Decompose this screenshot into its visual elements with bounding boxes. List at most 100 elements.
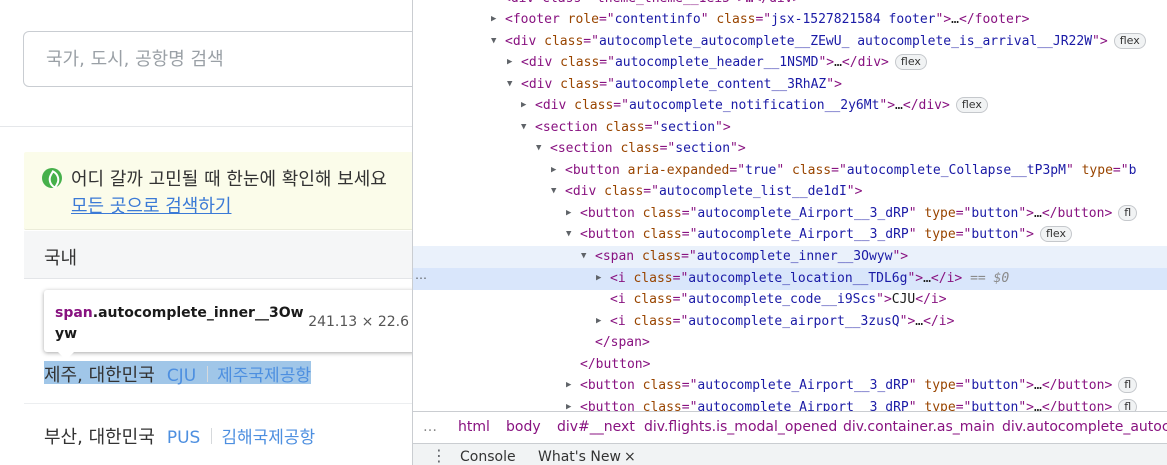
airport-name: 김해국제공항: [221, 428, 316, 448]
breadcrumb-item[interactable]: div.flights.is_modal_opened: [644, 419, 837, 435]
drawer-menu-icon[interactable]: ⋮: [431, 446, 447, 465]
dom-node-text: <div class="autocomplete_header__1NSMD">…: [521, 52, 927, 74]
more-options-icon[interactable]: …: [415, 268, 427, 282]
divider: [207, 366, 209, 382]
search-everywhere-link[interactable]: 모든 곳으로 검색하기: [71, 192, 231, 218]
collapse-triangle-icon[interactable]: ▼: [566, 224, 571, 246]
collapse-triangle-icon[interactable]: ▼: [536, 138, 541, 160]
dom-tree-node[interactable]: ▼ <button class="autocomplete_Airport__3_…: [413, 224, 1167, 246]
notice-message: 어디 갈까 고민될 때 한눈에 확인해 보세요: [71, 169, 387, 190]
notice-banner: 어디 갈까 고민될 때 한눈에 확인해 보세요 모든 곳으로 검색하기: [24, 152, 412, 230]
tab-console[interactable]: Console: [460, 449, 516, 465]
flex-badge[interactable]: flex: [1040, 226, 1073, 242]
expand-triangle-icon[interactable]: ▶: [566, 397, 571, 411]
breadcrumb-ellipsis[interactable]: …: [423, 419, 437, 435]
airport-location: 제주, 대한민국: [44, 365, 155, 386]
leaf-icon: [42, 168, 62, 188]
expand-triangle-icon[interactable]: ▶: [566, 375, 571, 397]
dom-node-text: <div class="autocomplete_list__de1dI">: [565, 184, 863, 199]
flex-badge[interactable]: flex: [894, 54, 927, 70]
collapse-triangle-icon[interactable]: ▼: [521, 117, 526, 139]
dom-tree-node[interactable]: </span>: [413, 332, 1167, 354]
flex-badge[interactable]: flex: [955, 97, 988, 113]
dom-tree-node[interactable]: ▼ <div class="autocomplete_list__de1dI">: [413, 181, 1167, 203]
dom-node-text: <i class="autocomplete_code__i9Scs">CJU<…: [610, 292, 947, 307]
breadcrumb-item[interactable]: div.container.as_main: [843, 419, 995, 435]
breadcrumb-item[interactable]: html: [458, 419, 490, 435]
expand-triangle-icon[interactable]: ▶: [507, 52, 512, 74]
dom-tree-node[interactable]: ▶ <button class="autocomplete_Airport__3_…: [413, 397, 1167, 411]
dom-tree-node[interactable]: ▶ <button class="autocomplete_Airport__3_…: [413, 375, 1167, 397]
group-header-domestic: 국내: [24, 231, 412, 279]
dom-tree-node[interactable]: ▶ <i class="autocomplete_airport__3zusQ">…: [413, 311, 1167, 333]
divider: [0, 126, 412, 127]
dom-tree-node[interactable]: ▼ <div class="autocomplete_content__3RhAZ…: [413, 74, 1167, 96]
dom-tree-node[interactable]: ▶ <footer role="contentinfo" class="jsx-1…: [413, 9, 1167, 31]
inspect-tooltip: span.autocomplete_inner__3Ow yw 241.13 × …: [44, 290, 412, 360]
dom-node-text: <span class="autocomplete_inner__3Owyw">: [595, 249, 909, 264]
dom-node-text: <button class="autocomplete_Airport__3_d…: [580, 397, 1138, 411]
dom-node-text: <div class="autocomplete_notification__2…: [535, 95, 988, 117]
collapse-triangle-icon[interactable]: ▼: [581, 246, 586, 268]
collapse-triangle-icon[interactable]: ▼: [507, 74, 512, 96]
divider: [211, 428, 213, 444]
flex-badge[interactable]: flex: [1113, 33, 1146, 49]
dom-node-text: <i class="autocomplete_airport__3zusQ">……: [610, 314, 955, 329]
collapse-triangle-icon[interactable]: ▼: [491, 31, 496, 53]
search-input[interactable]: [24, 32, 412, 86]
dom-node-text: <button aria-expanded="true" class="auto…: [565, 163, 1137, 178]
expand-triangle-icon[interactable]: ▶: [596, 268, 601, 290]
tooltip-dimensions: 241.13 × 22.6: [308, 314, 409, 330]
expand-triangle-icon[interactable]: ▶: [551, 160, 556, 182]
search-box[interactable]: [23, 31, 412, 87]
tooltip-class-cont: yw: [55, 326, 78, 342]
dom-node-text: </span>: [595, 335, 650, 350]
flex-badge[interactable]: fl: [1118, 205, 1138, 221]
airport-name: 제주국제공항: [217, 366, 311, 386]
expand-triangle-icon[interactable]: ▶: [491, 9, 496, 31]
dom-tree-node[interactable]: ▶ <div class="autocomplete_header__1NSMD"…: [413, 52, 1167, 74]
tab-whats-new[interactable]: What's New: [538, 449, 621, 465]
airport-code: PUS: [166, 428, 201, 448]
dom-node-text: <section class="section">: [550, 141, 746, 156]
elements-tree: <div class="theme_theme__1ei5">…</div>▶<…: [413, 0, 1167, 411]
airport-code: CJU: [166, 366, 197, 386]
drawer-tabs: ⋮ Console What's New ×: [413, 443, 1167, 465]
close-icon[interactable]: ×: [624, 449, 636, 465]
dom-node-text: <button class="autocomplete_Airport__3_d…: [580, 375, 1138, 397]
group-header-label: 국내: [44, 248, 78, 269]
expand-triangle-icon[interactable]: ▶: [521, 95, 526, 117]
airport-option-pus[interactable]: 부산, 대한민국 PUS 김해국제공항: [24, 404, 412, 465]
airport-option-inner: 부산, 대한민국 PUS 김해국제공항: [44, 423, 316, 448]
dom-tree-node[interactable]: ▼ <section class="section">: [413, 117, 1167, 139]
dom-tree-node[interactable]: ▶ <div class="autocomplete_notification__…: [413, 95, 1167, 117]
dom-node-text: <button class="autocomplete_Airport__3_d…: [580, 203, 1138, 225]
flex-badge[interactable]: fl: [1118, 377, 1138, 393]
breadcrumb-item[interactable]: body: [506, 419, 541, 435]
dom-tree-node[interactable]: ▶ <i class="autocomplete_location__TDL6g"…: [413, 268, 1167, 290]
dom-node-text: <div class="autocomplete_content__3RhAZ"…: [521, 77, 842, 92]
dom-tree-node[interactable]: ▶ <button class="autocomplete_Airport__3_…: [413, 203, 1167, 225]
dom-tree-node[interactable]: ▼ <section class="section">: [413, 138, 1167, 160]
dom-node-text: </button>: [580, 357, 651, 372]
tooltip-selector: span.autocomplete_inner__3Ow yw: [55, 303, 305, 345]
dom-tree-node[interactable]: ▶ <button aria-expanded="true" class="aut…: [413, 160, 1167, 182]
breadcrumb-item[interactable]: div.autocomplete_autocomplete: [1002, 419, 1167, 435]
dom-node-text: <footer role="contentinfo" class="jsx-15…: [505, 12, 1030, 27]
collapse-triangle-icon[interactable]: ▼: [551, 181, 556, 203]
breadcrumb-item[interactable]: div#__next: [557, 419, 635, 435]
dom-tree-node[interactable]: </button>: [413, 354, 1167, 376]
tooltip-arrow: [58, 352, 74, 360]
airport-location: 부산, 대한민국: [44, 427, 155, 448]
tooltip-class: .autocomplete_inner__3Ow: [92, 305, 304, 321]
dom-tree-node[interactable]: ▼ <span class="autocomplete_inner__3Owyw"…: [413, 246, 1167, 268]
dom-node-text: <div class="autocomplete_autocomplete__Z…: [505, 31, 1146, 53]
dom-tree-node[interactable]: ▼ <div class="autocomplete_autocomplete__…: [413, 31, 1167, 53]
flex-badge[interactable]: fl: [1118, 399, 1138, 411]
expand-triangle-icon[interactable]: ▶: [596, 311, 601, 333]
dom-node-text: <section class="section">: [535, 120, 731, 135]
expand-triangle-icon[interactable]: ▶: [566, 203, 571, 225]
breadcrumb: … html body div#__next div.flights.is_mo…: [413, 411, 1167, 443]
devtools-panel: <div class="theme_theme__1ei5">…</div>▶<…: [412, 0, 1167, 465]
dom-tree-node[interactable]: <i class="autocomplete_code__i9Scs">CJU<…: [413, 289, 1167, 311]
